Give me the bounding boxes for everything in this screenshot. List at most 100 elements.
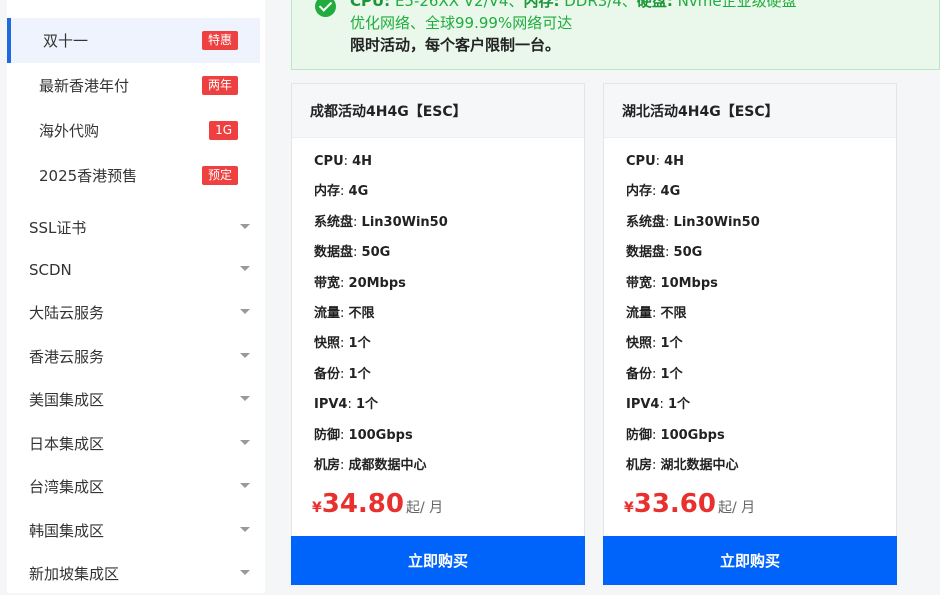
spec-key: 硬盘:: [636, 0, 673, 10]
promo-badge: 1G: [209, 121, 238, 140]
spec-value: 100Gbps: [348, 427, 413, 443]
spec-row: 系统盘: Lin30Win50: [314, 213, 448, 243]
spec-value: 不限: [660, 305, 687, 321]
spec-row: 快照: 1个: [626, 334, 760, 364]
spec-separator: :: [652, 275, 661, 291]
price-value: 34.80: [321, 489, 404, 519]
promo-badge: 预定: [201, 166, 238, 185]
spec-row: 数据盘: 50G: [314, 243, 448, 273]
product-card-chengdu: 成都活动4H4G【ESC】 CPU: 4H 内存: 4G 系统盘: Lin30Win…: [291, 83, 585, 585]
product-card-hubei: 湖北活动4H4G【ESC】 CPU: 4H 内存: 4G 系统盘: Lin30Win…: [603, 83, 897, 585]
chevron-down-icon: [240, 353, 250, 358]
spec-value: 100Gbps: [660, 427, 725, 443]
sidebar-item-label: SSL证书: [29, 219, 87, 237]
spec-key: 流量: [314, 305, 341, 321]
sidebar-item-taiwan-zone[interactable]: 台湾集成区: [7, 465, 260, 508]
sidebar-item-us-zone[interactable]: 美国集成区: [7, 378, 260, 421]
sidebar-item-label: 双十一: [43, 32, 89, 50]
hardware-spec-line: CPU: E5-26XX V2/V4、内存: DDR3/4、硬盘: Nvme企业…: [350, 0, 797, 11]
spec-separator: :: [347, 397, 356, 413]
spec-row: 备份: 1个: [314, 365, 448, 395]
spec-separator: :: [353, 214, 362, 230]
spec-separator: :: [340, 427, 349, 443]
spec-key: 流量: [626, 305, 653, 321]
spec-key: 数据盘: [626, 245, 666, 261]
spec-row: 带宽: 10Mbps: [626, 274, 760, 304]
spec-key: 系统盘: [314, 214, 354, 230]
buy-button[interactable]: 立即购买: [603, 536, 897, 585]
spec-separator: :: [353, 245, 362, 261]
sidebar-item-singapore-zone[interactable]: 新加坡集成区: [7, 552, 260, 595]
spec-key: 防御: [314, 427, 341, 443]
spec-row: 机房: 成都数据中心: [314, 456, 448, 486]
spec-value: 1个: [356, 397, 379, 413]
sidebar-item-scdn[interactable]: SCDN: [7, 248, 260, 291]
spec-key: 机房: [314, 457, 341, 473]
price: ¥34.80 起/ 月: [312, 489, 443, 519]
spec-row: 内存: 4G: [626, 182, 760, 212]
spec-separator: :: [340, 457, 349, 473]
spec-row: 系统盘: Lin30Win50: [626, 213, 760, 243]
spec-value: 1个: [660, 336, 683, 352]
sidebar-item-label: SCDN: [29, 260, 72, 279]
spec-key: 内存: [314, 184, 341, 200]
spec-row: IPV4: 1个: [626, 395, 760, 425]
spec-row: IPV4: 1个: [314, 395, 448, 425]
sidebar-item-mainland-cloud[interactable]: 大陆云服务: [7, 291, 260, 334]
spec-separator: :: [340, 336, 349, 352]
spec-value: 4G: [348, 184, 369, 200]
sidebar-item-label: 2025香港预售: [39, 167, 138, 185]
sidebar-item-japan-zone[interactable]: 日本集成区: [7, 422, 260, 465]
currency-symbol: ¥: [624, 500, 634, 516]
chevron-down-icon: [240, 266, 250, 271]
chevron-down-icon: [240, 527, 250, 532]
spec-value: 50G: [361, 245, 391, 261]
spec-key: 快照: [626, 336, 653, 352]
sidebar-item-hk-cloud[interactable]: 香港云服务: [7, 335, 260, 378]
spec-key: IPV4: [314, 397, 348, 413]
promo-badge: 两年: [201, 76, 238, 95]
spec-separator: :: [340, 275, 349, 291]
sidebar-item-ssl[interactable]: SSL证书: [7, 206, 260, 249]
sidebar-item-korea-zone[interactable]: 韩国集成区: [7, 509, 260, 552]
spec-separator: :: [652, 427, 661, 443]
spec-separator: :: [340, 305, 349, 321]
spec-separator: :: [652, 184, 661, 200]
buy-button[interactable]: 立即购买: [291, 536, 585, 585]
sidebar: 双十一 特惠 最新香港年付 两年 海外代购 1G 2025香港预售 预定 SSL…: [7, 0, 265, 593]
sidebar-item-label: 海外代购: [39, 122, 100, 140]
spec-key: IPV4: [626, 397, 660, 413]
sidebar-item-double-eleven[interactable]: 双十一 特惠: [7, 18, 260, 63]
spec-row: CPU: 4H: [314, 152, 448, 182]
spec-row: 防御: 100Gbps: [314, 426, 448, 456]
chevron-down-icon: [240, 483, 250, 488]
spec-row: 快照: 1个: [314, 334, 448, 364]
chevron-down-icon: [240, 224, 250, 229]
sidebar-item-hk-annual[interactable]: 最新香港年付 两年: [7, 63, 260, 108]
spec-separator: :: [652, 336, 661, 352]
chevron-down-icon: [240, 396, 250, 401]
spec-row: 防御: 100Gbps: [626, 426, 760, 456]
spec-row: 数据盘: 50G: [626, 243, 760, 273]
spec-key: 系统盘: [626, 214, 666, 230]
spec-row: 流量: 不限: [626, 304, 760, 334]
sidebar-item-label: 香港云服务: [29, 348, 105, 366]
sidebar-item-label: 台湾集成区: [29, 478, 105, 496]
spec-list: CPU: 4H 内存: 4G 系统盘: Lin30Win50 数据盘: 50G 带宽: …: [626, 152, 760, 486]
spec-list: CPU: 4H 内存: 4G 系统盘: Lin30Win50 数据盘: 50G 带宽: …: [314, 152, 448, 486]
spec-separator: :: [340, 184, 349, 200]
spec-value: E5-26XX V2/V4、: [390, 0, 524, 10]
chevron-down-icon: [240, 309, 250, 314]
spec-row: 内存: 4G: [314, 182, 448, 212]
spec-row: 带宽: 20Mbps: [314, 274, 448, 304]
spec-value: 20Mbps: [348, 275, 406, 291]
sidebar-item-overseas-purchase[interactable]: 海外代购 1G: [7, 108, 260, 153]
chevron-down-icon: [240, 570, 250, 575]
spec-key: 机房: [626, 457, 653, 473]
spec-separator: :: [652, 305, 661, 321]
spec-key: 备份: [314, 366, 341, 382]
spec-value: Lin30Win50: [673, 214, 760, 230]
sidebar-item-hk-presale[interactable]: 2025香港预售 预定: [7, 153, 260, 198]
price-unit: 起/ 月: [718, 500, 756, 516]
price-value: 33.60: [633, 489, 716, 519]
